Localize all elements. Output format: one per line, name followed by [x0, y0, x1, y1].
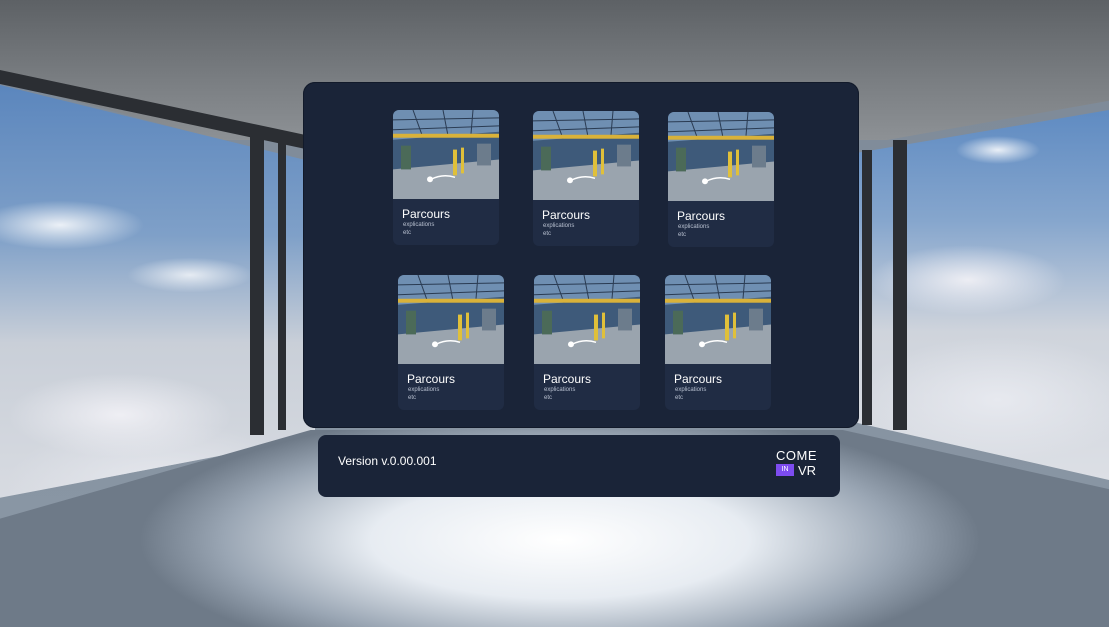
course-card[interactable]: Parcours explications etc: [393, 110, 499, 245]
course-title: Parcours: [677, 209, 726, 223]
course-description-extra: etc: [543, 231, 552, 237]
course-card[interactable]: Parcours explications etc: [665, 275, 771, 410]
footer-bar: Version v.0.00.001 COME IN VR: [318, 435, 840, 497]
course-thumbnail: [533, 111, 639, 201]
course-title: Parcours: [407, 372, 456, 386]
course-title: Parcours: [542, 208, 591, 222]
course-card[interactable]: Parcours explications etc: [668, 112, 774, 247]
course-card[interactable]: Parcours explications etc: [534, 275, 640, 410]
course-card[interactable]: Parcours explications etc: [533, 111, 639, 246]
course-description: explications: [403, 222, 435, 228]
course-description-extra: etc: [408, 395, 417, 401]
course-thumbnail: [665, 275, 771, 365]
window-frame: [862, 150, 872, 425]
course-title: Parcours: [674, 372, 723, 386]
course-menu-panel: Parcours explications etc Parcours expli…: [303, 82, 859, 428]
course-thumbnail: [668, 112, 774, 202]
logo-badge: IN: [776, 464, 794, 476]
course-thumbnail: [393, 110, 499, 200]
version-label: Version v.0.00.001: [338, 454, 437, 468]
course-description: explications: [408, 387, 440, 393]
course-thumbnail: [534, 275, 640, 365]
course-thumbnail: [398, 275, 504, 365]
course-description: explications: [544, 387, 576, 393]
course-description-extra: etc: [403, 230, 412, 236]
course-description-extra: etc: [675, 395, 684, 401]
course-description-extra: etc: [678, 232, 687, 238]
course-title: Parcours: [402, 207, 451, 221]
come-in-vr-logo: COME IN VR: [776, 448, 820, 480]
course-description: explications: [675, 387, 707, 393]
course-card[interactable]: Parcours explications etc: [398, 275, 504, 410]
window-frame: [278, 140, 286, 430]
course-title: Parcours: [543, 372, 592, 386]
logo-text-top: COME: [776, 448, 817, 463]
logo-text-bottom: VR: [798, 463, 817, 478]
course-description: explications: [543, 223, 575, 229]
course-description-extra: etc: [544, 395, 553, 401]
window-frame: [250, 135, 264, 435]
course-description: explications: [678, 224, 710, 230]
right-window-sky: [848, 110, 1109, 480]
window-frame: [893, 140, 907, 430]
